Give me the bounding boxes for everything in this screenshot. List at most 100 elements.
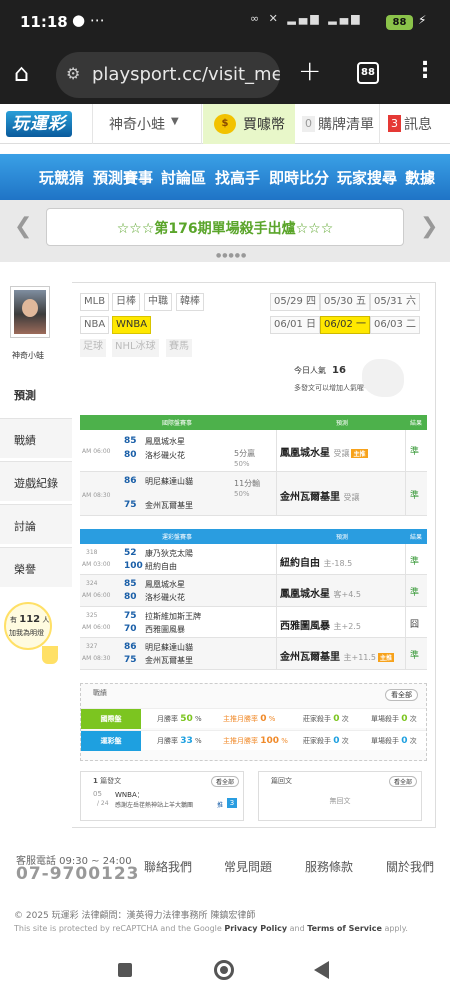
nav-item-experts[interactable]: 找高手 <box>215 167 260 188</box>
date-0531[interactable]: 05/31 六 <box>370 293 420 311</box>
team-name[interactable]: 金州瓦爾基里 <box>145 655 193 666</box>
footer-link-faq[interactable]: 常見問題 <box>224 858 272 875</box>
messages-button[interactable]: 3 訊息 <box>382 104 450 144</box>
privacy-link[interactable]: Privacy Policy <box>224 924 287 933</box>
site-settings-icon[interactable]: ⚙ <box>66 64 80 83</box>
footer-link-about[interactable]: 關於我們 <box>386 858 434 875</box>
sidebar-item-label[interactable]: 戰績 <box>14 432 36 448</box>
league-soccer[interactable]: 足球 <box>80 339 106 357</box>
record-view-all-button[interactable]: 看全部 <box>385 689 418 701</box>
footer-link-contact[interactable]: 聯絡我們 <box>144 858 192 875</box>
team-name[interactable]: 康乃狄克太陽 <box>145 548 193 559</box>
sidebar-item-label[interactable]: 遊戲紀錄 <box>14 475 58 491</box>
date-0530[interactable]: 05/30 五 <box>320 293 370 311</box>
game-id: 318 <box>86 549 98 556</box>
team-name[interactable]: 明尼蘇達山貓 <box>145 642 193 653</box>
sidebar-item-game-log[interactable]: 遊戲紀錄 <box>0 461 72 501</box>
sidebar-item-honors[interactable]: 榮譽 <box>0 547 72 587</box>
username[interactable]: 神奇小蛙 <box>109 114 165 134</box>
team-name[interactable]: 明尼蘇達山貓 <box>145 476 193 487</box>
team-name[interactable]: 金州瓦爾基里 <box>145 500 193 511</box>
buy-coin-label[interactable]: 買噱幣 <box>243 114 285 134</box>
back-icon[interactable] <box>314 961 329 979</box>
nav-item-forum[interactable]: 討論區 <box>161 167 206 188</box>
battery-icon: 88 <box>386 15 413 30</box>
site-header: 玩運彩 神奇小蛙 ▼ $ 買噱幣 0 購牌清單 3 訊息 <box>0 104 450 144</box>
nav-item-livescore[interactable]: 即時比分 <box>269 167 329 188</box>
site-logo[interactable]: 玩運彩 <box>6 111 72 137</box>
address-bar[interactable]: ⚙ playsport.cc/visit_mer <box>56 52 280 98</box>
terms-link[interactable]: Terms of Service <box>307 924 382 933</box>
purchase-list-label[interactable]: 購牌清單 <box>318 114 374 134</box>
spread-line: 5分贏 <box>234 449 256 458</box>
nav-item-data[interactable]: 數據 <box>405 167 435 188</box>
spread-line: 11分輸 <box>234 479 261 488</box>
nav-item-predict[interactable]: 預測賽事 <box>93 167 153 188</box>
user-menu[interactable]: 神奇小蛙 ▼ <box>92 104 202 144</box>
team-name[interactable]: 鳳凰城水星 <box>145 579 185 590</box>
league-kbo[interactable]: 韓棒 <box>176 293 204 311</box>
tab-switcher-button[interactable]: 88 <box>357 62 379 84</box>
game-time: AM 06:00 <box>82 624 111 631</box>
sidebar-item-discussion[interactable]: 討論 <box>0 504 72 544</box>
sidebar-item-label[interactable]: 預測 <box>14 387 36 403</box>
sidebar-item-record[interactable]: 戰績 <box>0 418 72 458</box>
date-0529[interactable]: 05/29 四 <box>270 293 320 311</box>
follow-light-bulb[interactable]: 有 112 人 加我為明燈 <box>4 602 58 664</box>
team-name[interactable]: 拉斯維加斯王牌 <box>145 611 201 622</box>
game-id: 324 <box>86 580 98 587</box>
team-name[interactable]: 鳳凰城水星 <box>145 436 185 447</box>
new-tab-icon[interactable]: + <box>298 54 321 87</box>
overflow-menu-icon[interactable]: ⋮ <box>414 56 436 86</box>
spread-pct: 50% <box>234 460 250 468</box>
table-row: 327 AM 08:30 86 明尼蘇達山貓 75 金州瓦爾基里 金州瓦爾基里 … <box>80 638 427 670</box>
league-nhl[interactable]: NHL冰球 <box>112 339 159 357</box>
table-row: AM 06:00 85 鳳凰城水星 80 洛杉磯火花 5分贏 50% 鳳凰城水星… <box>80 430 427 472</box>
chevron-left-icon[interactable]: ❮ <box>14 214 32 239</box>
team-name[interactable]: 洛杉磯火花 <box>145 450 185 461</box>
date-0602[interactable]: 06/02 一 <box>320 316 370 334</box>
home-icon[interactable]: ⌂ <box>14 60 29 86</box>
nav-item-play[interactable]: 玩競猜 <box>39 167 84 188</box>
bulb-label[interactable]: 加我為明燈 <box>9 628 44 638</box>
banner-box[interactable]: ☆☆☆第176期單場殺手出爐☆☆☆ <box>46 208 404 246</box>
team-name[interactable]: 西雅圖風暴 <box>145 624 185 635</box>
league-horse[interactable]: 賽馬 <box>166 339 192 357</box>
nav-item-player-search[interactable]: 玩家搜尋 <box>337 167 397 188</box>
charging-icon: ⚡ <box>418 13 427 27</box>
date-0603[interactable]: 06/03 二 <box>370 316 420 334</box>
sidebar-item-label[interactable]: 討論 <box>14 518 36 534</box>
chevron-right-icon[interactable]: ❯ <box>420 214 438 239</box>
prediction-cell: 金州瓦爾基里 主+11.5 主推 <box>280 652 395 663</box>
chevron-down-icon[interactable]: ▼ <box>171 116 179 127</box>
league-cpbl[interactable]: 中職 <box>144 293 172 311</box>
footer-link-terms[interactable]: 服務條款 <box>305 858 353 875</box>
prediction-cell: 鳳凰城水星 受讓 主推 <box>280 448 368 459</box>
result-badge: 準 <box>410 447 420 457</box>
carousel-dots[interactable]: ●●●●● <box>216 252 247 259</box>
team-name[interactable]: 紐約自由 <box>145 561 177 572</box>
buy-coin-button[interactable]: $ 買噱幣 <box>203 104 295 144</box>
header-pred: 預測 <box>336 420 349 427</box>
avatar[interactable] <box>10 286 50 338</box>
support-phone[interactable]: 07-9700123 <box>16 864 140 884</box>
date-0601[interactable]: 06/01 日 <box>270 316 320 334</box>
score: 70 <box>124 624 137 634</box>
posts-view-all-button[interactable]: 看全部 <box>210 776 239 787</box>
team-name[interactable]: 洛杉磯火花 <box>145 592 185 603</box>
league-mlb[interactable]: MLB <box>80 293 110 311</box>
league-npb[interactable]: 日棒 <box>112 293 140 311</box>
purchase-list-button[interactable]: 0 購牌清單 <box>296 104 380 144</box>
home-button-icon[interactable] <box>214 960 234 980</box>
post-title[interactable]: 感謝左岳荏熱神站上羊大鵝團 <box>115 800 193 809</box>
league-nba[interactable]: NBA <box>80 316 110 334</box>
url-text[interactable]: playsport.cc/visit_mer <box>92 64 280 85</box>
league-wnba[interactable]: WNBA <box>112 316 152 334</box>
replies-view-all-button[interactable]: 看全部 <box>388 776 417 787</box>
banner-text[interactable]: ☆☆☆第176期單場殺手出爐☆☆☆ <box>47 218 403 238</box>
messages-label[interactable]: 訊息 <box>404 114 432 134</box>
sidebar-item-label[interactable]: 榮譽 <box>14 561 36 577</box>
sidebar-item-predictions[interactable]: 預測 <box>0 374 72 414</box>
recents-icon[interactable] <box>118 963 132 977</box>
post-tag[interactable]: WNBA： <box>115 790 144 800</box>
